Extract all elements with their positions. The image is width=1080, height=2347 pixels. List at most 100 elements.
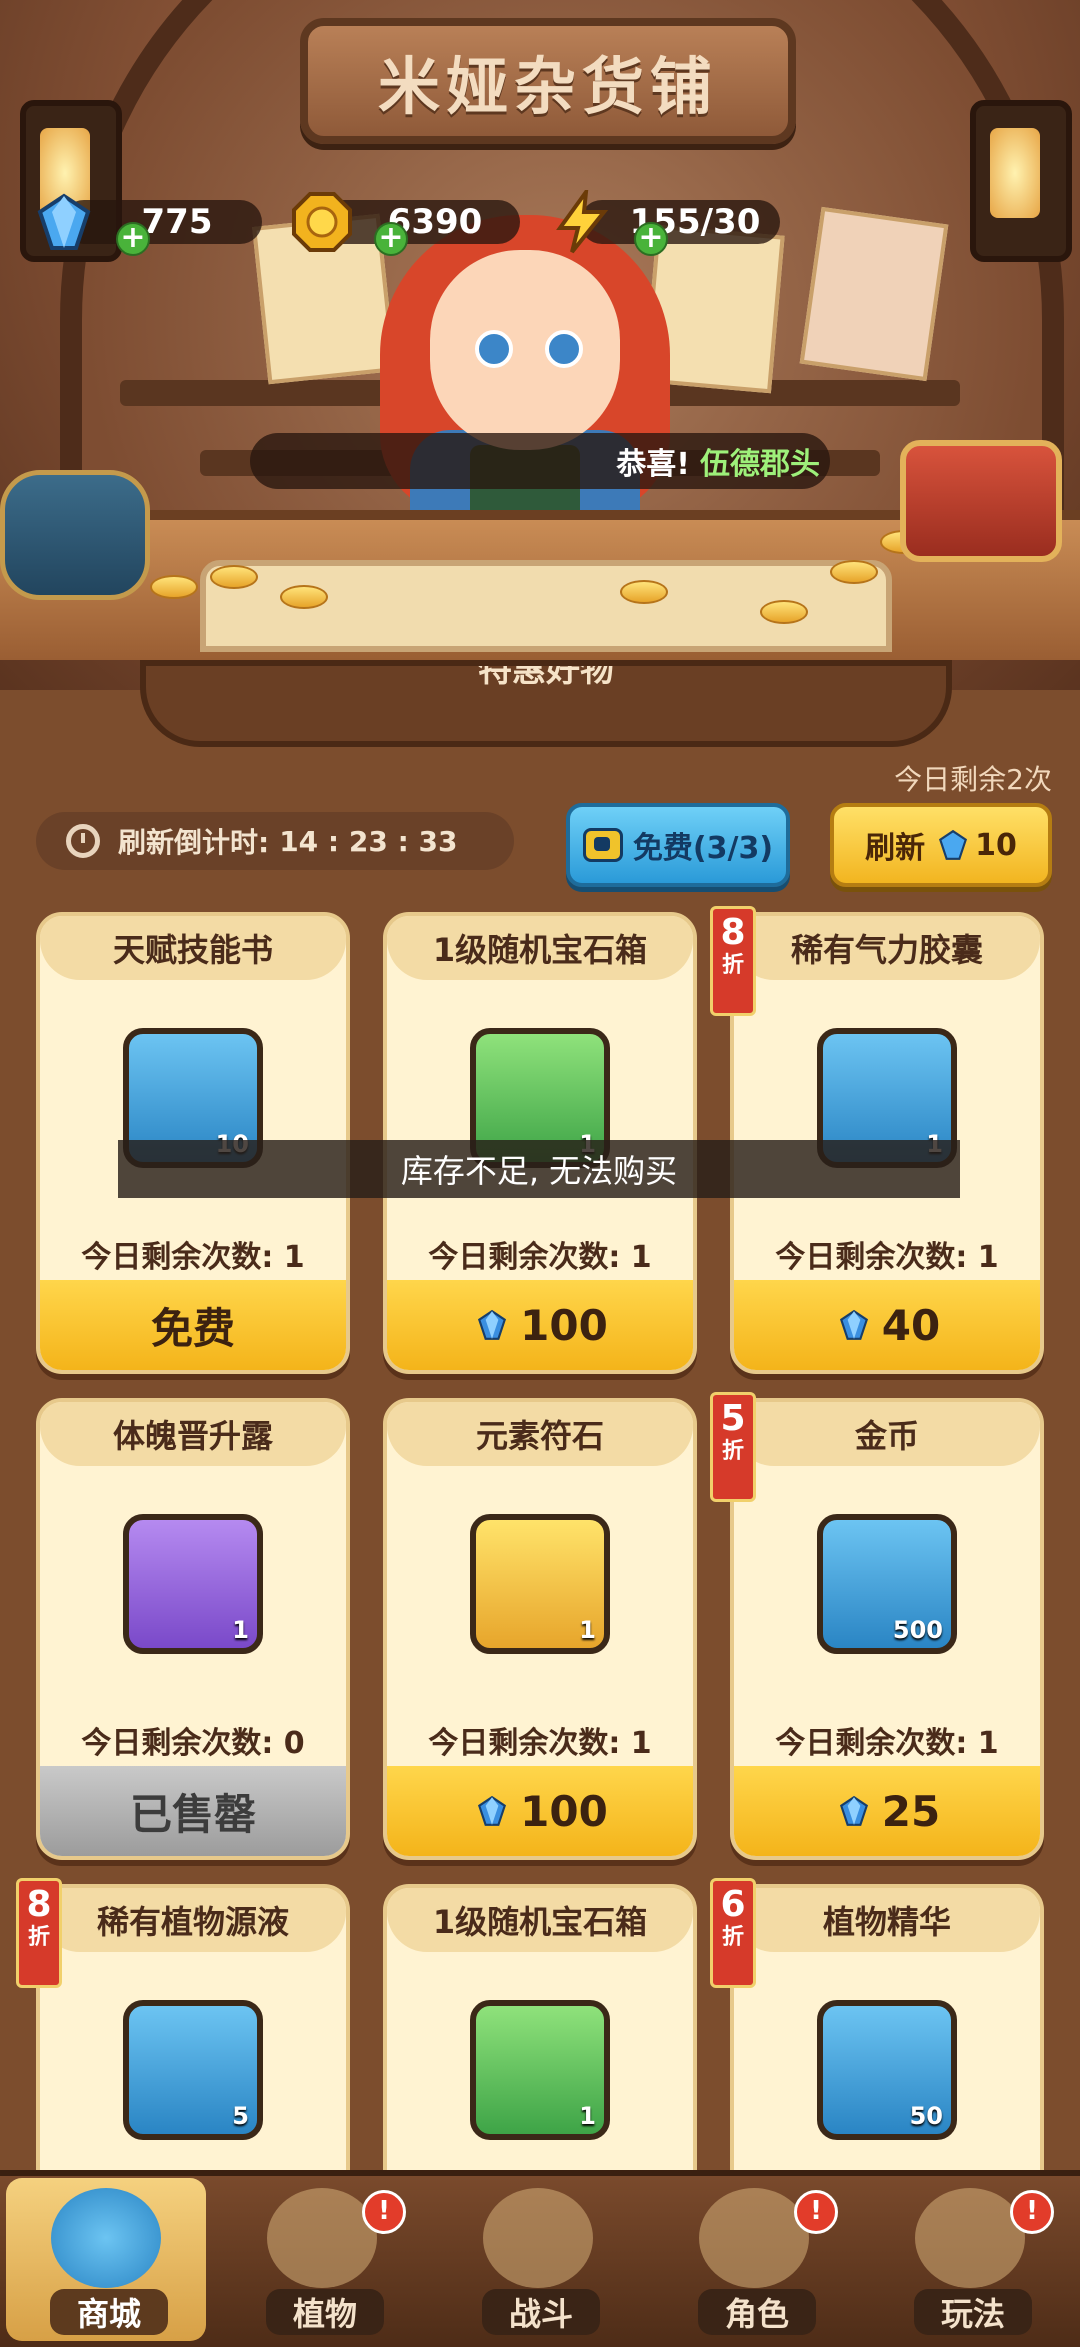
gold-coin-icon: 500: [817, 1514, 957, 1654]
coin: [760, 600, 808, 624]
energy-counter[interactable]: + 155/30: [556, 190, 780, 256]
discount-tag: 5折: [710, 1392, 756, 1502]
item-remaining-count: 今日剩余次数: 1: [428, 1240, 652, 1275]
countdown-label: 刷新倒计时:: [118, 826, 270, 859]
nav-tab[interactable]: 植物!: [222, 2178, 422, 2341]
coin: [830, 560, 878, 584]
discount-unit: 折: [721, 1439, 744, 1464]
item-quantity: 1: [579, 1616, 596, 1644]
item-remaining-count: 今日剩余次数: 1: [81, 1240, 305, 1275]
nav-tab[interactable]: 商城: [6, 2178, 206, 2341]
plant-icon: [267, 2188, 377, 2288]
treasure-chest-icon: [900, 440, 1062, 562]
gold-counter[interactable]: + 6390: [292, 192, 520, 256]
backpack-icon: [0, 470, 150, 600]
announcement-name: 伍德郡头: [700, 447, 820, 482]
discount-number: 8: [26, 1884, 52, 1925]
item-quantity: 500: [892, 1616, 943, 1644]
toast-message: 库存不足, 无法购买: [118, 1140, 960, 1198]
tv-icon: [582, 828, 623, 862]
daily-refresh-left: 今日剩余2次: [894, 763, 1052, 796]
item-remaining-count: 今日剩余次数: 1: [428, 1726, 652, 1761]
lightning-icon: [556, 190, 609, 254]
shopkeeper-eye-right: [545, 330, 583, 368]
item-remaining-count: 今日剩余次数: 1: [775, 1240, 999, 1275]
add-gold-icon[interactable]: +: [374, 222, 408, 256]
buy-button[interactable]: 免费: [40, 1280, 346, 1370]
gem-icon: [839, 1309, 868, 1340]
nav-label: 战斗: [482, 2289, 600, 2335]
gems-value: 775: [141, 202, 213, 242]
item-price: 40: [881, 1300, 941, 1350]
discount-number: 6: [720, 1884, 746, 1925]
discount-number: 5: [720, 1398, 746, 1439]
add-energy-icon[interactable]: +: [634, 222, 668, 256]
refresh-button[interactable]: 刷新 10: [830, 803, 1052, 887]
shopkeeper-eye-left: [475, 330, 513, 368]
item-name: 1级随机宝石箱: [387, 1888, 693, 1952]
nav-tab[interactable]: 角色!: [654, 2178, 854, 2341]
gem-icon: [478, 1795, 507, 1826]
notification-badge-icon: !: [362, 2190, 406, 2234]
buy-button[interactable]: 25: [734, 1766, 1040, 1856]
essence-orb-icon: 50: [817, 2000, 957, 2140]
gem-icon: [37, 193, 91, 250]
coin: [210, 565, 258, 589]
item-name: 1级随机宝石箱: [387, 916, 693, 980]
buy-button[interactable]: 100: [387, 1766, 693, 1856]
battle-icon: [483, 2188, 593, 2288]
gameplay-icon: [915, 2188, 1025, 2288]
item-remaining-count: 今日剩余次数: 1: [775, 1726, 999, 1761]
item-price: 已售罄: [129, 1789, 256, 1839]
buy-button[interactable]: 100: [387, 1280, 693, 1370]
golden-drop-icon: 1: [123, 1514, 263, 1654]
gem-icon: [478, 1309, 507, 1340]
item-price: 100: [520, 1300, 608, 1350]
panel-tab: 特惠好物: [140, 660, 952, 747]
shop-item-card[interactable]: 体魄晋升露 1 今日剩余次数: 0 已售罄: [36, 1398, 350, 1860]
gold-coin-icon: [292, 192, 352, 252]
item-name: 元素符石: [387, 1402, 693, 1466]
item-price: 100: [520, 1786, 608, 1836]
potion-bottle-icon: 5: [123, 2000, 263, 2140]
discount-unit: 折: [721, 953, 744, 978]
poster-cup: [799, 206, 949, 382]
nav-label: 角色: [698, 2289, 816, 2335]
item-quantity: 1: [232, 1616, 249, 1644]
shop-item-card[interactable]: 元素符石 1 今日剩余次数: 1 100: [383, 1398, 697, 1860]
shop-title: 米娅杂货铺: [377, 50, 718, 123]
nav-label: 植物: [266, 2289, 384, 2335]
item-remaining-count: 今日剩余次数: 0: [81, 1726, 305, 1761]
add-gems-icon[interactable]: +: [116, 222, 150, 256]
announcement-banner: 恭喜! 伍德郡头: [250, 433, 830, 489]
free-ad-label: 免费(3/3): [632, 831, 774, 866]
gems-counter[interactable]: + 775: [37, 193, 262, 256]
notification-badge-icon: !: [794, 2190, 838, 2234]
countdown-time: 14 : 23 : 33: [279, 824, 458, 858]
coin: [280, 585, 328, 609]
refresh-label: 刷新: [865, 831, 926, 866]
item-name: 稀有气力胶囊: [734, 916, 1040, 980]
shop-title-sign: 米娅杂货铺: [300, 18, 796, 144]
discount-tag: 6折: [710, 1878, 756, 1988]
nav-tab[interactable]: 玩法!: [870, 2178, 1070, 2341]
notification-badge-icon: !: [1010, 2190, 1054, 2234]
nav-tab[interactable]: 战斗: [438, 2178, 638, 2341]
character-icon: [699, 2188, 809, 2288]
shop-item-card[interactable]: 金币 500 今日剩余次数: 1 25: [730, 1398, 1044, 1860]
free-ad-refresh-button[interactable]: 免费(3/3): [566, 803, 790, 887]
shop-icon: [51, 2188, 161, 2288]
nav-label: 商城: [50, 2289, 168, 2335]
nav-label: 玩法: [914, 2289, 1032, 2335]
refresh-cost: 10: [975, 827, 1017, 863]
item-quantity: 50: [909, 2102, 943, 2130]
discount-unit: 折: [27, 1925, 50, 1950]
item-quantity: 1: [579, 2102, 596, 2130]
discount-number: 8: [720, 912, 746, 953]
buy-button[interactable]: 40: [734, 1280, 1040, 1370]
item-quantity: 5: [232, 2102, 249, 2130]
shopkeeper-face: [430, 250, 620, 450]
discount-tag: 8折: [16, 1878, 62, 1988]
item-name: 植物精华: [734, 1888, 1040, 1952]
coin: [620, 580, 668, 604]
